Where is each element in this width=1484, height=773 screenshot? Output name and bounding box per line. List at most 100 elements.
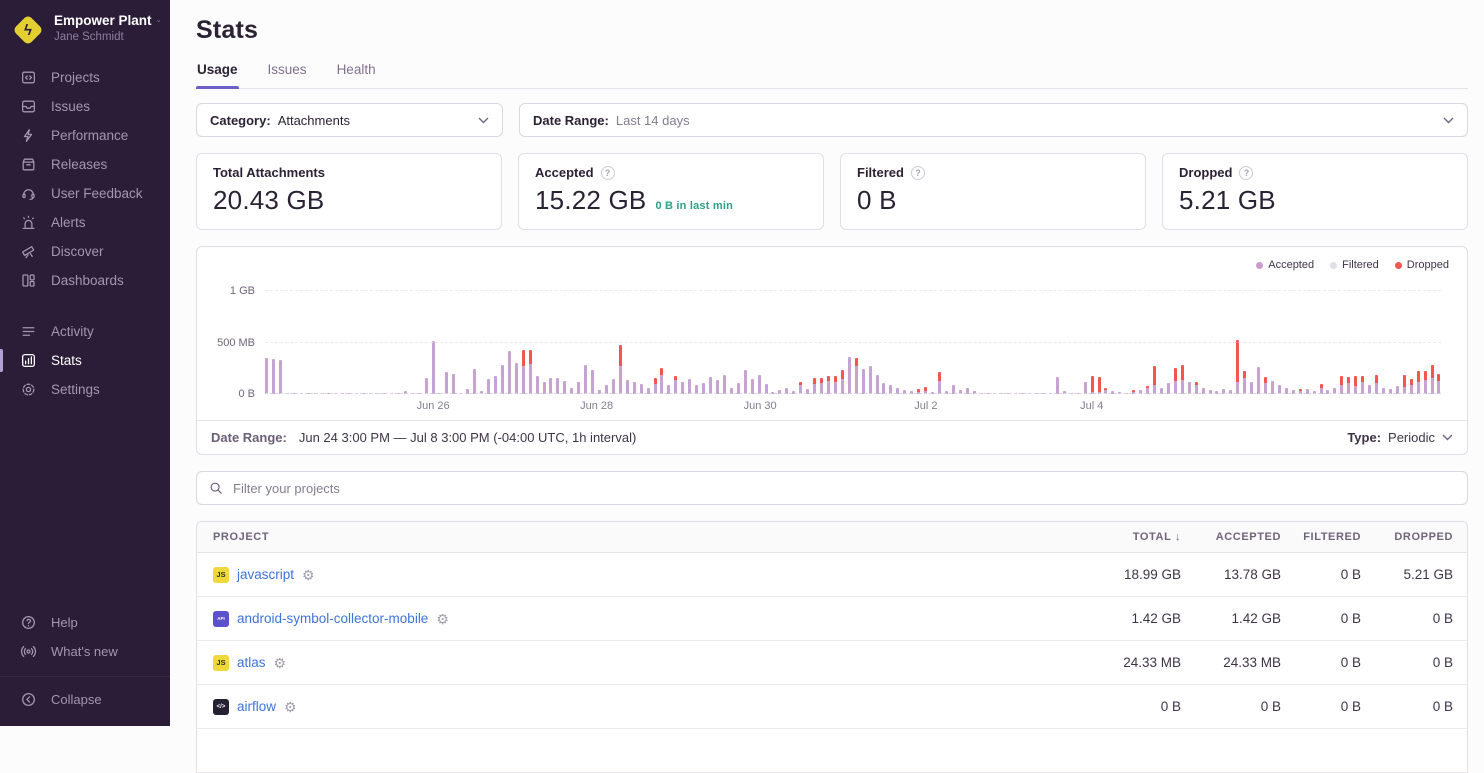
chart-bar — [723, 375, 726, 395]
chart-bar — [1174, 368, 1177, 394]
chart-bar — [1236, 340, 1239, 394]
legend-accepted[interactable]: Accepted — [1256, 259, 1314, 271]
sidebar-item-performance[interactable]: Performance — [0, 121, 170, 150]
card-label: Accepted — [535, 165, 594, 180]
category-select[interactable]: Category: Attachments — [196, 103, 503, 137]
legend-dropped[interactable]: Dropped — [1395, 259, 1449, 271]
org-switcher[interactable]: ϟ Empower Plant Jane Schmidt — [0, 0, 170, 55]
column-header-dropped[interactable]: DROPPED — [1375, 531, 1467, 543]
sidebar-item-dashboards[interactable]: Dashboards — [0, 266, 170, 295]
divider — [0, 676, 170, 677]
help-tooltip-icon[interactable]: ? — [601, 166, 615, 180]
project-settings-gear-icon[interactable]: ⚙ — [274, 656, 287, 670]
project-filter — [196, 471, 1468, 505]
sidebar-item-whats-new[interactable]: What's new — [0, 637, 170, 666]
chart-bar — [1410, 379, 1413, 394]
releases-icon — [20, 156, 37, 173]
tab-health[interactable]: Health — [336, 62, 377, 88]
sidebar: ϟ Empower Plant Jane Schmidt ProjectsIss… — [0, 0, 170, 726]
chart-bar — [591, 370, 594, 394]
sidebar-item-collapse[interactable]: Collapse — [0, 685, 170, 714]
date-range-label: Date Range: — [533, 113, 609, 128]
sidebar-item-label: Discover — [51, 245, 104, 259]
sidebar-item-issues[interactable]: Issues — [0, 92, 170, 121]
chart-bar — [549, 378, 552, 394]
date-range-value: Last 14 days — [616, 113, 690, 128]
chart-bar — [688, 379, 691, 394]
sidebar-item-label: Alerts — [51, 216, 86, 230]
chart-bar — [813, 378, 816, 394]
y-axis-tick: 0 B — [238, 388, 255, 400]
platform-icon: API — [213, 611, 229, 627]
project-settings-gear-icon[interactable]: ⚙ — [284, 700, 297, 714]
lightning-bolt-icon: ϟ — [13, 15, 43, 45]
sidebar-item-releases[interactable]: Releases — [0, 150, 170, 179]
chart-bar — [1056, 377, 1059, 395]
project-link[interactable]: atlas — [237, 655, 266, 670]
sidebar-nav: ProjectsIssues Performance ReleasesUser Fe… — [0, 55, 170, 404]
column-header-filtered[interactable]: FILTERED — [1295, 531, 1375, 543]
sidebar-item-user-feedback[interactable]: User Feedback — [0, 179, 170, 208]
gridline — [265, 342, 1441, 343]
project-link[interactable]: android-symbol-collector-mobile — [237, 611, 428, 626]
chart-bar — [501, 365, 504, 394]
platform-icon: JS — [213, 655, 229, 671]
tab-issues[interactable]: Issues — [267, 62, 308, 88]
type-select[interactable]: Type: Periodic — [1347, 430, 1453, 445]
cell-value: 0 B — [1295, 699, 1375, 714]
main: Stats UsageIssuesHealth Category: Attach… — [170, 0, 1484, 726]
card-value: 20.43 GB — [213, 185, 485, 216]
column-header-accepted[interactable]: ACCEPTED — [1195, 531, 1295, 543]
chart-bar — [938, 372, 941, 394]
sidebar-item-discover[interactable]: Discover — [0, 237, 170, 266]
chart-bar — [862, 369, 865, 394]
project-settings-gear-icon[interactable]: ⚙ — [302, 568, 315, 582]
legend-filtered[interactable]: Filtered — [1330, 259, 1379, 271]
chart-bar — [619, 345, 622, 394]
cell-value: 0 B — [1375, 611, 1467, 626]
sidebar-footer-nav: HelpWhat's new — [0, 608, 170, 666]
projects-table: PROJECTTOTAL ↓ACCEPTEDFILTEREDDROPPED JS… — [196, 521, 1468, 773]
chevron-down-icon — [1442, 434, 1453, 441]
column-header-total[interactable]: TOTAL ↓ — [1045, 531, 1195, 543]
sidebar-item-label: Stats — [51, 354, 82, 368]
legend-dot — [1330, 262, 1337, 269]
page-header: Stats UsageIssuesHealth — [170, 0, 1484, 89]
project-settings-gear-icon[interactable]: ⚙ — [436, 612, 449, 626]
sidebar-item-activity[interactable]: Activity — [0, 317, 170, 346]
user-feedback-icon — [20, 185, 37, 202]
card-accepted: Accepted ? 15.22 GB 0 B in last min — [518, 153, 824, 230]
column-header-project[interactable]: PROJECT — [197, 531, 1045, 543]
chart-bar — [515, 363, 518, 394]
cell-value: 0 B — [1295, 611, 1375, 626]
project-link[interactable]: javascript — [237, 567, 294, 582]
sidebar-item-help[interactable]: Help — [0, 608, 170, 637]
sidebar-item-projects[interactable]: Projects — [0, 63, 170, 92]
cell-value: 5.21 GB — [1375, 567, 1467, 582]
chart-bars[interactable] — [265, 281, 1441, 394]
footer-date-range-label: Date Range: — [211, 430, 287, 445]
sidebar-item-stats[interactable]: Stats — [0, 346, 170, 375]
category-value: Attachments — [278, 113, 350, 128]
chart-bar — [1264, 377, 1267, 394]
chart-bar — [1340, 376, 1343, 394]
date-range-select[interactable]: Date Range: Last 14 days — [519, 103, 1468, 137]
cell-value: 0 B — [1375, 699, 1467, 714]
project-link[interactable]: airflow — [237, 699, 276, 714]
x-axis-tick: Jul 4 — [1080, 400, 1103, 412]
chart-x-axis: Jun 26Jun 28Jun 30Jul 2Jul 4 — [265, 394, 1441, 416]
tab-usage[interactable]: Usage — [196, 62, 239, 88]
chart-bar — [1375, 375, 1378, 394]
project-filter-input[interactable] — [231, 480, 1455, 497]
help-tooltip-icon[interactable]: ? — [1239, 166, 1253, 180]
y-axis-tick: 1 GB — [230, 285, 255, 297]
sidebar-item-alerts[interactable]: Alerts — [0, 208, 170, 237]
sidebar-item-settings[interactable]: Settings — [0, 375, 170, 404]
sidebar-item-label: Performance — [51, 129, 128, 143]
cell-value: 24.33 MB — [1195, 655, 1295, 670]
stats-icon — [20, 352, 37, 369]
chart-bar — [1437, 374, 1440, 394]
help-tooltip-icon[interactable]: ? — [911, 166, 925, 180]
cell-value: 0 B — [1045, 699, 1195, 714]
gridline — [265, 290, 1441, 291]
